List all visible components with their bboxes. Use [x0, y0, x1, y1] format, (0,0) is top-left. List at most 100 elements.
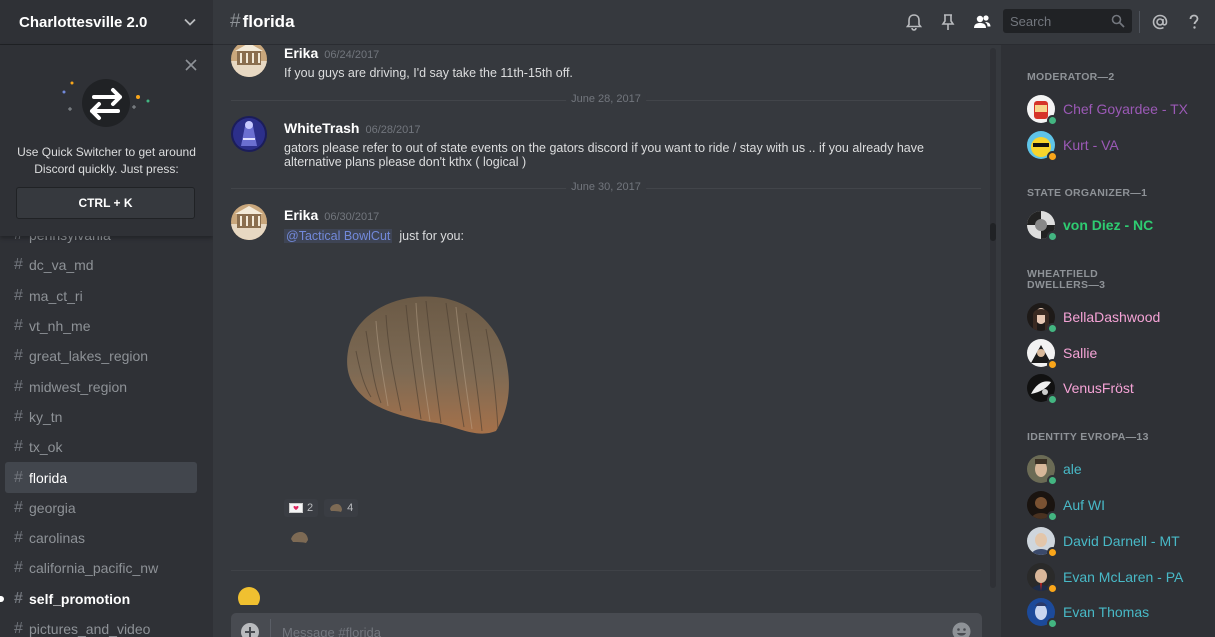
bowlcut-image[interactable]	[326, 291, 516, 441]
channel-vt-nh-me[interactable]: # vt_nh_me	[5, 311, 197, 341]
message-input[interactable]: Message #florida	[282, 625, 381, 637]
status-online-indicator	[1047, 618, 1058, 629]
member-item[interactable]: Chef Goyardee - TX	[1027, 94, 1189, 126]
scrollbar-track[interactable]	[990, 48, 996, 588]
channel-title: # florida	[230, 11, 295, 32]
member-name: VenusFröst	[1063, 380, 1134, 396]
help-icon[interactable]	[1184, 12, 1204, 32]
upload-plus-icon[interactable]	[241, 623, 259, 637]
channel-list: #pennsylvania #dc_va_md #ma_ct_ri #vt_nh…	[0, 220, 213, 637]
status-online-indicator	[1047, 511, 1058, 522]
quick-switcher-shortcut[interactable]: CTRL + K	[16, 187, 195, 219]
member-item[interactable]: Evan Thomas	[1027, 597, 1149, 629]
channel-ma-ct-ri[interactable]: # ma_ct_ri	[5, 281, 197, 311]
reaction-count: 4	[347, 502, 354, 514]
reaction-count: 2	[307, 502, 314, 514]
member-name: Sallie	[1063, 345, 1098, 361]
message-list: Erika 06/24/2017 If you guys are driving,…	[213, 45, 988, 605]
channel-tx-ok[interactable]: # tx_ok	[5, 432, 197, 462]
emoji-picker-icon[interactable]	[952, 622, 971, 637]
member-item[interactable]: ale	[1027, 454, 1082, 486]
channel-ky-tn[interactable]: # ky_tn	[5, 402, 197, 432]
pin-icon[interactable]	[938, 12, 958, 32]
member-item[interactable]: Sallie	[1027, 338, 1098, 370]
message-divider	[231, 570, 981, 571]
reaction-bowlcut[interactable]: 4	[324, 499, 359, 517]
role-header: WHEATFIELD DWELLERS—3	[1027, 268, 1106, 291]
scrollbar-thumb[interactable]	[990, 223, 996, 241]
bowlcut-icon	[330, 504, 343, 512]
hash-icon: #	[14, 377, 23, 395]
user-mention[interactable]: @Tactical BowlCut	[284, 229, 393, 243]
member-item[interactable]: VenusFröst	[1027, 373, 1134, 405]
discord-window: Charlottesville 2.0 #pennsylvania #dc_va…	[0, 0, 1215, 637]
love-letter-icon	[289, 503, 303, 513]
add-reaction-icon[interactable]	[290, 529, 310, 550]
member-item[interactable]: Kurt - VA	[1027, 130, 1119, 162]
avatar[interactable]	[231, 116, 267, 152]
hash-icon: #	[14, 498, 23, 516]
status-idle-indicator	[1047, 547, 1058, 558]
server-header[interactable]: Charlottesville 2.0	[0, 0, 213, 45]
avatar	[1027, 303, 1058, 334]
message-timestamp: 06/28/2017	[365, 124, 421, 136]
status-idle-indicator	[1047, 359, 1058, 370]
member-item[interactable]: Evan McLaren - PA	[1027, 562, 1184, 594]
members-icon[interactable]	[972, 12, 992, 32]
message-author[interactable]: Erika 06/24/2017	[284, 45, 379, 61]
reaction-bar: 2 4	[284, 499, 359, 517]
bell-icon[interactable]	[904, 12, 924, 32]
channel-california-pacific-nw[interactable]: # california_pacific_nw	[5, 553, 197, 583]
member-item[interactable]: von Diez - NC	[1027, 210, 1154, 242]
channel-florida[interactable]: # florida	[5, 462, 197, 493]
avatar	[1027, 527, 1058, 558]
search-input[interactable]: Search	[1003, 9, 1132, 33]
member-list: MODERATOR—2 Chef Goyardee - TX Kurt - VA…	[1001, 45, 1215, 637]
message-author[interactable]: Erika 06/30/2017	[284, 207, 379, 223]
channel-self-promotion[interactable]: # self_promotion	[0, 584, 197, 614]
member-item[interactable]: Auf WI	[1027, 490, 1106, 522]
hash-icon: #	[14, 559, 23, 577]
member-name: BellaDashwood	[1063, 309, 1161, 325]
channel-georgia[interactable]: # georgia	[5, 493, 197, 523]
channel-dc-va-md[interactable]: # dc_va_md	[5, 250, 197, 280]
avatar[interactable]	[231, 45, 267, 77]
channel-great-lakes-region[interactable]: # great_lakes_region	[5, 341, 197, 371]
header-divider	[1139, 11, 1140, 33]
quick-switcher-tip: Use Quick Switcher to get around Discord…	[0, 45, 213, 236]
member-item[interactable]: BellaDashwood	[1027, 302, 1161, 334]
mention-icon[interactable]	[1150, 12, 1170, 32]
hash-icon: #	[14, 438, 23, 456]
member-name: Evan McLaren - PA	[1063, 569, 1184, 585]
status-idle-indicator	[1047, 583, 1058, 594]
close-icon[interactable]	[184, 58, 198, 72]
member-name: von Diez - NC	[1063, 217, 1154, 233]
date-divider: June 30, 2017	[231, 181, 981, 193]
message-composer[interactable]: Message #florida	[231, 613, 982, 637]
member-name: ale	[1063, 461, 1082, 477]
date-divider: June 28, 2017	[231, 93, 981, 105]
avatar[interactable]	[238, 587, 260, 605]
status-online-indicator	[1047, 115, 1058, 126]
avatar	[1027, 339, 1058, 370]
message-timestamp: 06/24/2017	[324, 49, 380, 61]
message-text: @Tactical BowlCut just for you:	[284, 229, 464, 243]
member-item[interactable]: David Darnell - MT	[1027, 526, 1180, 558]
message-author[interactable]: WhiteTrash 06/28/2017	[284, 120, 421, 136]
member-name: Auf WI	[1063, 497, 1106, 513]
member-name: Chef Goyardee - TX	[1063, 101, 1189, 117]
channel-pictures-and-video[interactable]: # pictures_and_video	[5, 614, 197, 637]
hash-icon: #	[14, 317, 23, 335]
message: Erika 06/24/2017 If you guys are driving,…	[231, 45, 980, 85]
message: Erika 06/30/2017 @Tactical BowlCut just f…	[231, 204, 980, 547]
reaction-love-letter[interactable]: 2	[284, 499, 319, 517]
channel-midwest-region[interactable]: # midwest_region	[5, 371, 197, 401]
avatar	[1027, 563, 1058, 594]
hash-icon: #	[230, 11, 241, 32]
hash-icon: #	[14, 620, 23, 637]
avatar	[1027, 211, 1058, 242]
avatar[interactable]	[231, 204, 267, 240]
channel-carolinas[interactable]: # carolinas	[5, 523, 197, 553]
message: WhiteTrash 06/28/2017 gators please refer…	[231, 116, 980, 180]
message-scrollbar[interactable]	[988, 45, 998, 590]
